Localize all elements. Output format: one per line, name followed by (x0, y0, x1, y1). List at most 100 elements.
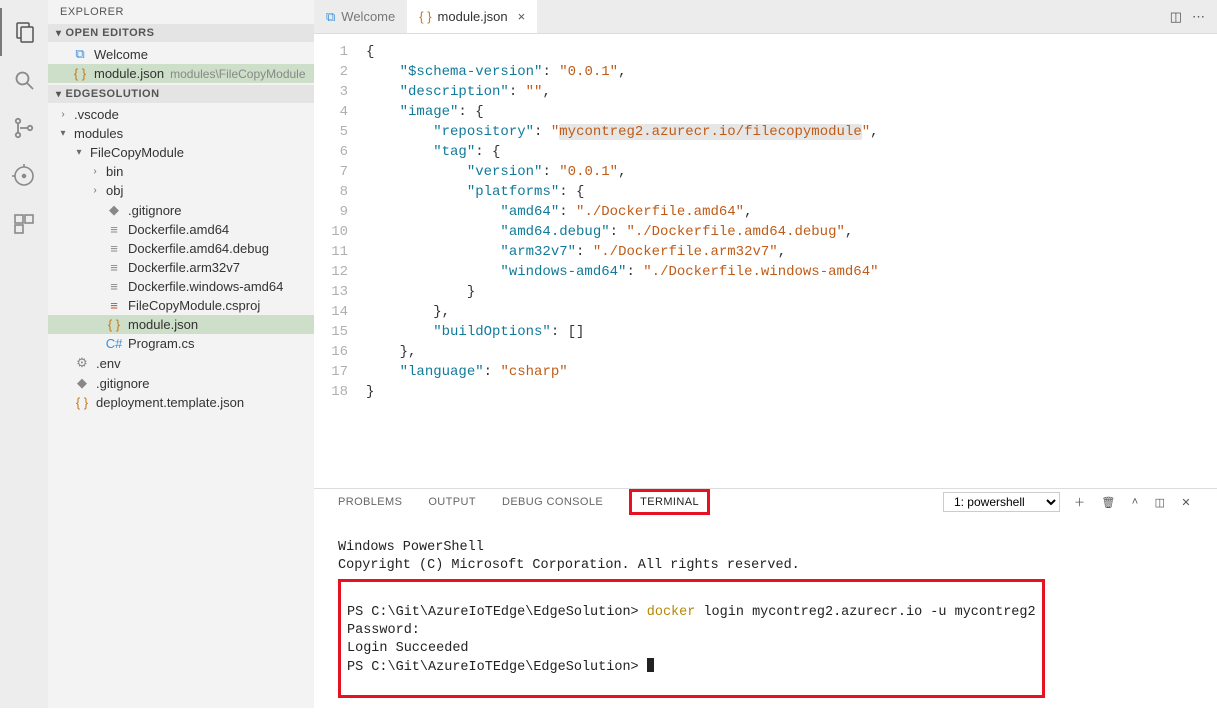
tree-folder[interactable]: ▾modules (48, 124, 314, 143)
more-icon[interactable]: ⋯ (1192, 9, 1205, 25)
tab-welcome[interactable]: ⧉ Welcome (314, 0, 407, 33)
extensions-icon[interactable] (0, 200, 48, 248)
tree-item-label: .vscode (74, 107, 119, 122)
term-cmd-keyword: docker (647, 605, 696, 620)
vscode-icon: ⧉ (326, 9, 335, 25)
panel-tab-problems[interactable]: PROBLEMS (338, 492, 402, 512)
tree-file[interactable]: ◆ .gitignore (48, 373, 314, 393)
tree-folder[interactable]: › obj (48, 181, 314, 200)
tree-item-label: .env (96, 356, 121, 371)
term-cmd-rest: login mycontreg2.azurecr.io -u mycontreg… (695, 605, 1035, 620)
split-editor-icon[interactable]: ◫ (1170, 9, 1182, 25)
tree-item-label: module.json (128, 317, 198, 332)
line-numbers: 123456789101112131415161718 (314, 42, 366, 480)
tree-item-label: FileCopyModule.csproj (128, 298, 260, 313)
workspace-label: EDGESOLUTION (66, 88, 160, 100)
term-prompt: PS C:\Git\AzureIoTEdge\EdgeSolution> (347, 605, 647, 620)
json-icon: { } (72, 66, 88, 81)
tree-item-label: obj (106, 183, 123, 198)
vscode-icon: ⧉ (72, 46, 88, 62)
file-icon: ≡ (106, 222, 122, 237)
workspace-header[interactable]: ▾ EDGESOLUTION (48, 85, 314, 103)
open-editors-list: ⧉ Welcome { } module.json modules\FileCo… (48, 42, 314, 85)
code-content: { "$schema-version": "0.0.1", "descripti… (366, 42, 1217, 480)
tree-file[interactable]: { }deployment.template.json (48, 393, 314, 412)
tree-file[interactable]: ≡ FileCopyModule.csproj (48, 296, 314, 315)
tree-file[interactable]: ≡Dockerfile.amd64 (48, 220, 314, 239)
open-editor-sub: modules\FileCopyModule (170, 67, 305, 81)
tree-folder[interactable]: › bin (48, 162, 314, 181)
split-terminal-icon[interactable]: ◫ (1153, 494, 1168, 511)
maximize-panel-icon[interactable]: ˄ (1130, 494, 1141, 510)
tree-item-label: Dockerfile.arm32v7 (128, 260, 240, 275)
tab-module-json[interactable]: { } module.json × (407, 0, 537, 33)
open-editors-header[interactable]: ▾ OPEN EDITORS (48, 24, 314, 42)
git-icon: ◆ (74, 375, 90, 391)
terminal-selector[interactable]: 1: powershell (943, 492, 1060, 512)
tree-file[interactable]: ⚙ .env (48, 353, 314, 373)
kill-terminal-icon[interactable]: 🗑 (1099, 494, 1117, 511)
tree-item-label: modules (74, 126, 123, 141)
tree-file[interactable]: ≡Dockerfile.arm32v7 (48, 258, 314, 277)
bottom-panel: PROBLEMS OUTPUT DEBUG CONSOLE TERMINAL 1… (314, 488, 1217, 708)
tree-item-label: bin (106, 164, 123, 179)
code-editor[interactable]: 123456789101112131415161718 { "$schema-v… (314, 34, 1217, 488)
tab-label: Welcome (341, 9, 395, 24)
file-icon: ≡ (106, 241, 122, 256)
gear-icon: ⚙ (74, 355, 90, 371)
tree-file[interactable]: ≡ Dockerfile.windows-amd64 (48, 277, 314, 296)
tab-label: module.json (438, 9, 508, 24)
panel-tab-output[interactable]: OUTPUT (428, 492, 476, 512)
json-icon: { } (106, 317, 122, 332)
term-line: Copyright (C) Microsoft Corporation. All… (338, 558, 800, 573)
tree-item-label: FileCopyModule (90, 145, 184, 160)
chevron-icon: ▾ (74, 147, 84, 158)
tree-item-label: Dockerfile.windows-amd64 (128, 279, 283, 294)
terminal-output[interactable]: Windows PowerShell Copyright (C) Microso… (314, 515, 1217, 721)
close-panel-icon[interactable]: ✕ (1179, 494, 1193, 511)
terminal-cursor (647, 658, 654, 672)
panel-actions: 1: powershell ＋ 🗑 ˄ ◫ ✕ (943, 492, 1193, 512)
tree-folder[interactable]: ›.vscode (48, 105, 314, 124)
activity-bar (0, 0, 48, 708)
open-editor-module-json[interactable]: { } module.json modules\FileCopyModule (48, 64, 314, 83)
tree-item-label: .gitignore (96, 376, 149, 391)
tree-file[interactable]: C# Program.cs (48, 334, 314, 353)
tree-file[interactable]: { } module.json (48, 315, 314, 334)
tree-file[interactable]: ◆ .gitignore (48, 200, 314, 220)
csproj-icon: ≡ (106, 298, 122, 313)
tree-file[interactable]: ≡ Dockerfile.amd64.debug (48, 239, 314, 258)
chevron-icon: › (90, 166, 100, 177)
chevron-down-icon: ▾ (56, 28, 62, 39)
new-terminal-icon[interactable]: ＋ (1072, 492, 1087, 512)
term-line: Login Succeeded (347, 641, 469, 656)
close-icon[interactable]: × (518, 9, 526, 24)
panel-tab-debug-console[interactable]: DEBUG CONSOLE (502, 492, 603, 512)
csharp-icon: C# (106, 336, 122, 351)
tab-actions: ◫ ⋯ (1170, 9, 1217, 25)
workspace-tree: ›.vscode▾modules ▾ FileCopyModule › bin › obj ◆… (48, 103, 314, 414)
chevron-icon: › (90, 185, 100, 196)
panel-tab-terminal[interactable]: TERMINAL (629, 489, 710, 515)
debug-icon[interactable] (0, 152, 48, 200)
tree-folder[interactable]: ▾ FileCopyModule (48, 143, 314, 162)
open-editor-welcome[interactable]: ⧉ Welcome (48, 44, 314, 64)
term-prompt: PS C:\Git\AzureIoTEdge\EdgeSolution> (347, 660, 647, 675)
sidebar-title: EXPLORER (48, 0, 314, 24)
highlighted-terminal-block: PS C:\Git\AzureIoTEdge\EdgeSolution> doc… (338, 579, 1045, 698)
json-icon: { } (419, 9, 431, 24)
tree-item-label: .gitignore (128, 203, 181, 218)
git-icon: ◆ (106, 202, 122, 218)
open-editor-label: module.json (94, 66, 164, 81)
term-line: Password: (347, 623, 420, 638)
file-icon: ≡ (106, 279, 122, 294)
chevron-down-icon: ▾ (56, 89, 62, 100)
editor-group: ⧉ Welcome { } module.json × ◫ ⋯ 12345678… (314, 0, 1217, 708)
search-icon[interactable] (0, 56, 48, 104)
panel-tabs: PROBLEMS OUTPUT DEBUG CONSOLE TERMINAL 1… (314, 489, 1217, 515)
editor-tabs: ⧉ Welcome { } module.json × ◫ ⋯ (314, 0, 1217, 34)
tree-item-label: Program.cs (128, 336, 194, 351)
explorer-icon[interactable] (0, 8, 48, 56)
source-control-icon[interactable] (0, 104, 48, 152)
tree-item-label: Dockerfile.amd64.debug (128, 241, 269, 256)
